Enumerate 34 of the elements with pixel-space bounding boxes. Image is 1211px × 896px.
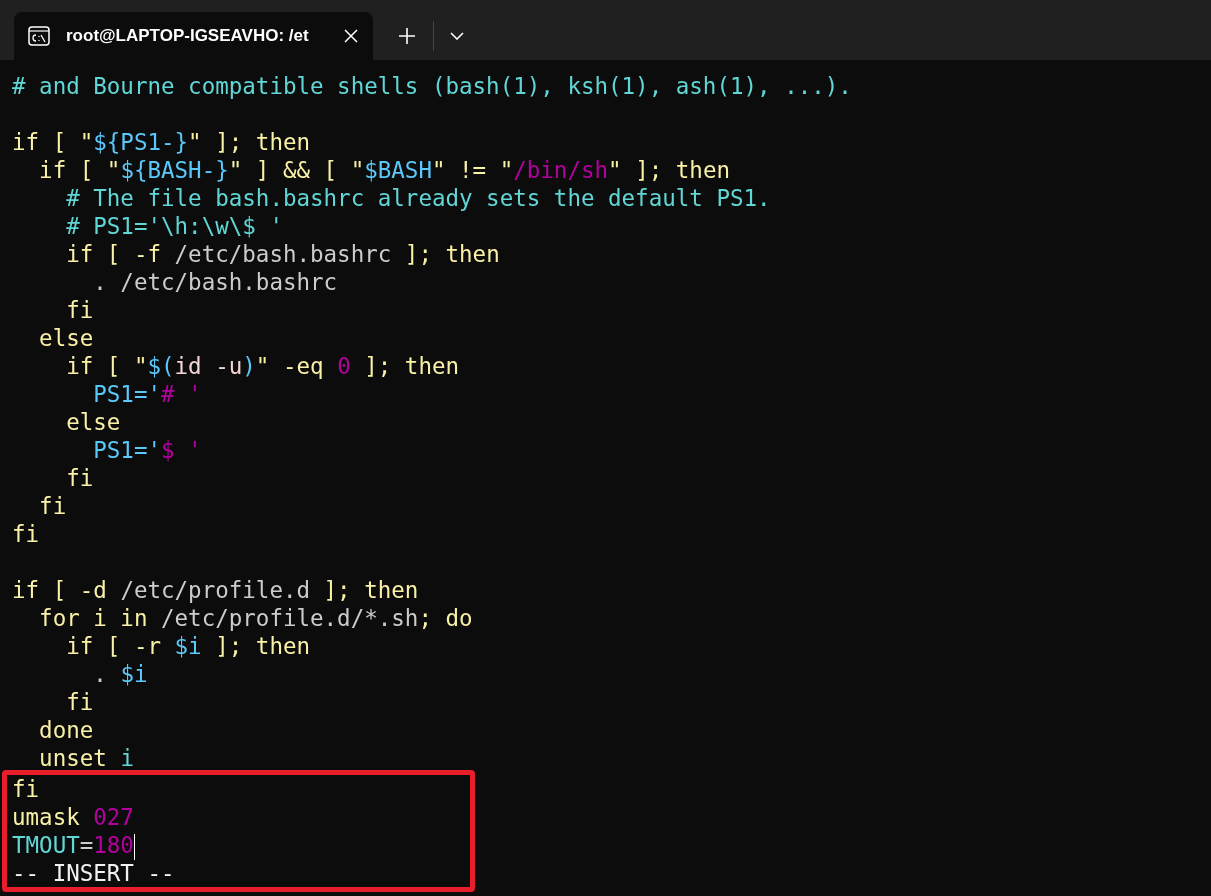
terminal-icon [28,26,50,46]
code-line: unset i [38,744,135,772]
code-line: fi [65,296,95,324]
code-line: # PS1='\h:\w\$ ' [65,212,284,240]
chevron-down-icon [450,32,464,40]
code-line: PS1='# ' [92,380,203,408]
code-line: # The file bash.bashrc already sets the default PS1. [65,184,772,212]
terminal-tab[interactable]: root@LAPTOP-IGSEAVHO: /et [14,12,373,60]
code-line: else [38,324,95,352]
code-line: for i in /etc/profile.d/*.sh; do [38,604,474,632]
code-line: if [ -r $i ]; then [65,632,312,660]
code-line: PS1='$ ' [92,436,203,464]
mode-indicator: -- INSERT -- [12,859,176,887]
code-line: done [38,716,95,744]
tab-title: root@LAPTOP-IGSEAVHO: /et [66,26,310,46]
code-line: fi [38,492,68,520]
code-line: fi [12,775,41,803]
code-line: # and Bourne compatible shells (bash(1), ksh(1), ash(1), ...). [12,72,853,100]
code-line: if [ "${PS1-}" ]; then [12,128,312,156]
close-button[interactable] [343,28,359,44]
code-line: if [ -f /etc/bash.bashrc ]; then [65,240,501,268]
code-line: if [ -d /etc/profile.d ]; then [12,576,420,604]
code-line: . $i [92,660,149,688]
code-line: if [ "${BASH-}" ] && [ "$BASH" != "/bin/sh" ]; then [38,156,731,184]
code-line: else [65,408,122,436]
code-line: fi [65,688,95,716]
code-line: TMOUT=180 [12,831,136,859]
close-icon [343,28,359,44]
code-line: if [ "$(id -u)" -eq 0 ]; then [65,352,461,380]
code-line: . /etc/bash.bashrc [92,268,339,296]
code-line: fi [12,520,41,548]
code-line: fi [65,464,95,492]
code-line: umask 027 [12,803,135,831]
plus-icon [398,27,416,45]
